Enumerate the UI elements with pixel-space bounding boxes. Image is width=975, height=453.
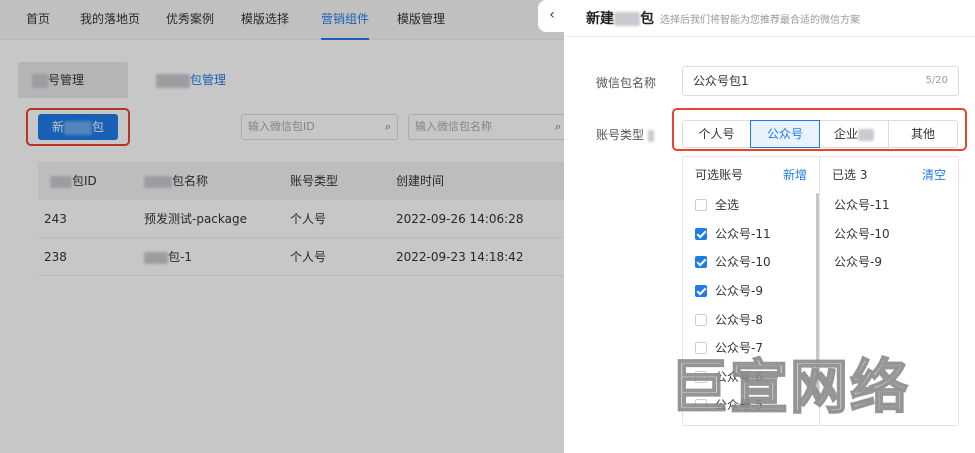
account-type-selector: 个人号 公众号 企业 其他	[682, 120, 959, 148]
redacted-text	[648, 129, 655, 142]
selected-title: 已选 3	[832, 168, 868, 182]
checkbox[interactable]	[695, 199, 707, 211]
package-name-input[interactable]: 公众号包1 5/20	[682, 66, 959, 96]
account-option[interactable]: 公众号-9	[695, 281, 763, 301]
package-name-value: 公众号包1	[693, 74, 749, 88]
selected-item: 公众号-9	[834, 255, 882, 269]
checkbox[interactable]	[695, 314, 707, 326]
available-title: 可选账号	[695, 168, 744, 182]
drawer-title: 新建包	[586, 11, 654, 27]
redacted-text	[858, 128, 874, 141]
account-option[interactable]: 公众号-10	[695, 252, 771, 272]
type-label: 账号类型	[596, 126, 655, 143]
add-account-link[interactable]: 新增	[783, 157, 807, 193]
selected-header: 已选 3 清空	[820, 157, 958, 193]
selected-item: 公众号-10	[834, 227, 890, 241]
select-all-checkbox[interactable]: 全选	[695, 195, 739, 215]
name-label: 微信包名称	[596, 76, 657, 90]
type-option-enterprise[interactable]: 企业	[819, 120, 889, 148]
redacted-text	[614, 12, 640, 26]
type-option-personal[interactable]: 个人号	[682, 120, 751, 148]
watermark-logo: 巨宣网络	[669, 352, 911, 422]
checkbox-checked[interactable]	[695, 228, 707, 240]
checkbox-checked[interactable]	[695, 285, 707, 297]
drawer-subtitle: 选择后我们将智能为您推荐最合适的微信方案	[660, 15, 860, 26]
available-header: 可选账号 新增	[683, 157, 819, 193]
selected-item: 公众号-11	[834, 198, 890, 212]
chevron-left-icon[interactable]: ‹	[538, 0, 566, 32]
account-option[interactable]: 公众号-11	[695, 224, 771, 244]
checkbox-checked[interactable]	[695, 256, 707, 268]
divider	[564, 36, 975, 37]
clear-selection-link[interactable]: 清空	[922, 157, 946, 193]
char-count: 5/20	[925, 75, 948, 86]
type-option-other[interactable]: 其他	[888, 120, 958, 148]
type-option-official[interactable]: 公众号	[750, 120, 820, 148]
account-option[interactable]: 公众号-8	[695, 310, 763, 330]
